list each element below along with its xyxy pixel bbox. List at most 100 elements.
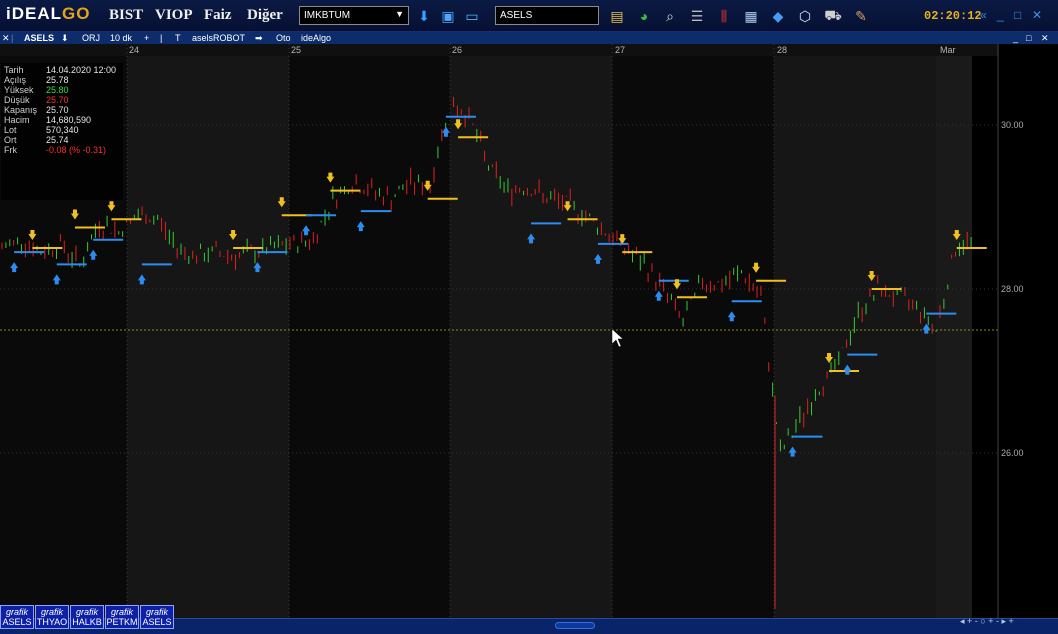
chart-nav-buttons[interactable]: ◂ + - ○ + - ▸ + (960, 616, 1014, 627)
auto-button[interactable]: Oto (276, 32, 291, 44)
list-icon[interactable]: ☰ (687, 6, 707, 26)
data-box-value: 25.78 (46, 75, 69, 85)
cart-icon[interactable]: ⛟ (823, 6, 843, 26)
period-button[interactable]: 10 dk (110, 32, 132, 44)
y-axis-label: 30.00 (1001, 120, 1024, 130)
cube-icon[interactable]: ⬡ (795, 6, 815, 26)
pie-chart-icon[interactable]: ◕ (634, 6, 654, 26)
chart-tab-symbol: ASELS (142, 617, 172, 627)
back-icon[interactable]: « (980, 8, 987, 22)
arrow-down-icon[interactable]: ⬇ (61, 32, 69, 44)
menu-viop[interactable]: VIOP (155, 7, 193, 24)
data-box-key: Düşük (4, 95, 30, 105)
data-box-value: 25.70 (46, 95, 69, 105)
data-box-row: Ort 25.74 (4, 135, 120, 145)
price-chart[interactable]: 24 25 26 27 28 Mar 26.00 28.00 30.00 Tarih 14.04.… (0, 44, 1058, 618)
mode-button[interactable]: ORJ (82, 32, 100, 44)
logo-go-text: GO (62, 4, 91, 23)
data-box-value: 14,680,590 (46, 115, 92, 125)
panel-close-icon[interactable]: ✕ (1041, 32, 1049, 44)
market-select[interactable]: IMKBTUM ▼ (299, 6, 409, 25)
chart-tab[interactable]: grafik THYAO (35, 605, 69, 629)
chart-tab-symbol: HALKB (72, 617, 102, 627)
data-box-key: Hacim (4, 115, 30, 125)
logo-main-text: iDEAL (6, 4, 62, 23)
chart-symbol[interactable]: ASELS (24, 32, 54, 44)
menu-diger[interactable]: Diğer (247, 7, 283, 24)
text-button[interactable]: T (175, 32, 181, 44)
data-box-key: Açılış (4, 75, 27, 85)
chart-canvas[interactable]: 24 25 26 27 28 Mar 26.00 28.00 30.00 (0, 44, 1058, 618)
chart-tab-symbol: PETKM (106, 617, 138, 627)
scrollbar-thumb[interactable] (555, 622, 595, 629)
chart-tab-symbol: ASELS (2, 617, 32, 627)
robot-button[interactable]: aselsROBOT (192, 32, 245, 44)
data-box-value: -0.08 (% -0.31) (46, 145, 107, 155)
data-box-row: Tarih 14.04.2020 12:00 (4, 65, 120, 75)
separator: | (11, 33, 14, 43)
maximize-icon[interactable]: □ (1014, 8, 1021, 22)
main-toolbar: iDEALGO BIST VIOP Faiz Diğer IMKBTUM ▼ ⬇… (0, 0, 1058, 32)
download-icon[interactable]: ⬇ (414, 6, 434, 26)
monitor-icon[interactable]: ▭ (462, 6, 482, 26)
day-panel (936, 56, 972, 618)
clock: 02:20:12 (924, 9, 982, 23)
data-box-row: Lot 570,340 (4, 125, 120, 135)
data-box-value: 14.04.2020 12:00 (46, 65, 117, 75)
x-axis-label: 26 (452, 45, 462, 55)
chart-tab-top: grafik (110, 607, 133, 617)
data-box-key: Yüksek (4, 85, 34, 95)
data-box-key: Frk (4, 145, 17, 155)
y-axis-label: 28.00 (1001, 284, 1024, 294)
save-icon[interactable]: ▣ (438, 6, 458, 26)
chevron-down-icon: ▼ (395, 9, 404, 19)
day-panel (612, 56, 774, 618)
day-panel (289, 56, 450, 618)
data-box-key: Ort (4, 135, 17, 145)
chart-tab[interactable]: grafik ASELS (0, 605, 34, 629)
data-box-value: 25.70 (46, 105, 69, 115)
minimize-icon[interactable]: _ (997, 8, 1004, 22)
close-icon[interactable]: ✕ (1032, 8, 1042, 22)
bar-button[interactable]: | (160, 32, 162, 44)
day-panel (774, 56, 936, 618)
data-box-value: 25.80 (46, 85, 69, 95)
brush-icon[interactable]: ✎ (851, 6, 871, 26)
chart-tab-symbol: THYAO (36, 617, 68, 627)
menu-faiz[interactable]: Faiz (204, 7, 232, 24)
notes-icon[interactable]: ▤ (607, 6, 627, 26)
chart-close-icon[interactable]: ✕ (2, 32, 10, 44)
data-box-row: Frk -0.08 (% -0.31) (4, 145, 120, 155)
go-button[interactable]: ➡ (255, 32, 263, 44)
day-panel (127, 56, 289, 618)
data-box-row: Düşük 25.70 (4, 95, 120, 105)
dashboard-icon[interactable]: ▦ (741, 6, 761, 26)
x-axis-label: 28 (777, 45, 787, 55)
data-box-value: 25.74 (46, 135, 69, 145)
candles-icon[interactable]: ⫼ (714, 6, 734, 26)
app-logo: iDEALGO (6, 4, 90, 24)
day-panel (450, 56, 612, 618)
chart-tab-top: grafik (5, 607, 28, 617)
x-axis-label: 24 (129, 45, 139, 55)
chart-toolbar: ✕ | ASELS ⬇ ORJ 10 dk + | T aselsROBOT ➡… (0, 32, 1058, 44)
chart-tab[interactable]: grafik ASELS (140, 605, 174, 629)
data-box: Tarih 14.04.2020 12:00 Açılış 25.78 Yüksek 25… (1, 63, 123, 200)
data-box-row: Kapanış 25.70 (4, 105, 120, 115)
chat-icon[interactable]: ◆ (768, 6, 788, 26)
search-icon[interactable]: ⌕ (660, 6, 680, 26)
algo-button[interactable]: ideAlgo (301, 32, 331, 44)
chart-tab-top: grafik (145, 607, 168, 617)
plus-button[interactable]: + (144, 32, 149, 44)
data-box-row: Hacim 14,680,590 (4, 115, 120, 125)
x-axis-label: Mar (940, 45, 956, 55)
data-box-key: Tarih (4, 65, 24, 75)
chart-tab[interactable]: grafik PETKM (105, 605, 139, 629)
x-axis-label: 27 (615, 45, 625, 55)
symbol-input[interactable]: ASELS (495, 6, 599, 25)
data-box-row: Açılış 25.78 (4, 75, 120, 85)
menu-bist[interactable]: BIST (109, 7, 143, 24)
panel-maximize-icon[interactable]: □ (1026, 32, 1031, 44)
chart-tab[interactable]: grafik HALKB (70, 605, 104, 629)
panel-minimize-icon[interactable]: _ (1013, 32, 1018, 44)
